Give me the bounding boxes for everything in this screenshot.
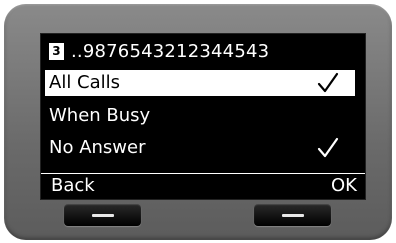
right-softkey-button[interactable] bbox=[254, 204, 331, 226]
phone-bezel: 3 ..9876543212344543 All Calls When Busy… bbox=[4, 4, 392, 240]
header-bar: 3 ..9876543212344543 bbox=[41, 34, 365, 68]
phone-number: ..9876543212344543 bbox=[71, 40, 270, 62]
menu-item-no-answer[interactable]: No Answer bbox=[45, 135, 355, 161]
menu-item-label: When Busy bbox=[49, 105, 151, 126]
dash-icon bbox=[92, 214, 114, 217]
menu-item-label: All Calls bbox=[49, 72, 121, 93]
softkey-ok-label[interactable]: OK bbox=[331, 174, 357, 198]
menu-item-label: No Answer bbox=[49, 137, 146, 158]
display-screen: 3 ..9876543212344543 All Calls When Busy… bbox=[40, 33, 366, 200]
left-softkey-button[interactable] bbox=[64, 204, 141, 226]
dash-icon bbox=[282, 214, 304, 217]
checkmark-icon bbox=[317, 72, 339, 93]
menu-item-when-busy[interactable]: When Busy bbox=[45, 103, 355, 129]
softkey-back-label[interactable]: Back bbox=[51, 174, 95, 198]
line-number-badge: 3 bbox=[49, 42, 64, 60]
menu-item-all-calls[interactable]: All Calls bbox=[45, 70, 355, 96]
softkey-bar: Back OK bbox=[41, 173, 365, 199]
checkmark-icon bbox=[317, 137, 339, 158]
